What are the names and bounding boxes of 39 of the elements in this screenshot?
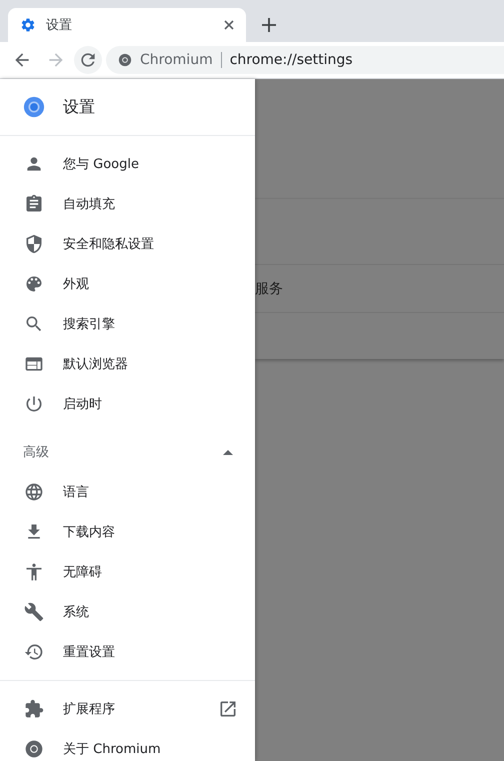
reload-button[interactable]	[74, 46, 102, 74]
gear-icon	[20, 17, 36, 33]
menu-item[interactable]: 无障碍	[0, 552, 255, 592]
clipboard-icon	[24, 194, 44, 214]
menu-item[interactable]: 默认浏览器	[0, 344, 255, 384]
palette-icon	[24, 274, 44, 294]
drawer-title: 设置	[63, 96, 95, 118]
wrench-icon	[24, 602, 44, 622]
menu-item[interactable]: 下载内容	[0, 512, 255, 552]
menu-item[interactable]: 您与 Google	[0, 144, 255, 184]
close-icon[interactable]	[224, 20, 234, 30]
section-header[interactable]: 高级	[0, 432, 255, 472]
site-name: Chromium	[140, 52, 213, 68]
menu-item[interactable]: 自动填充	[0, 184, 255, 224]
address-bar[interactable]: Chromium chrome://settings	[106, 46, 504, 74]
puzzle-icon	[24, 699, 44, 719]
menu-item[interactable]: 语言	[0, 472, 255, 512]
menu-item[interactable]: 关于 Chromium	[0, 729, 255, 761]
shield-icon	[24, 234, 44, 254]
browser-logo-icon	[118, 53, 132, 67]
row-text: 服务	[255, 280, 283, 298]
browser-tab[interactable]: 设置	[8, 8, 246, 42]
search-icon	[24, 314, 44, 334]
url-text: chrome://settings	[230, 52, 353, 68]
globe-icon	[24, 482, 44, 502]
menu-item[interactable]: 重置设置	[0, 632, 255, 672]
menu-item[interactable]: 扩展程序	[0, 689, 255, 729]
power-icon	[24, 394, 44, 414]
browser-logo-icon	[23, 96, 45, 118]
section-title: 高级	[23, 444, 49, 461]
history-icon	[24, 642, 44, 662]
menu-item[interactable]: 系统	[0, 592, 255, 632]
menu-item[interactable]: 搜索引擎	[0, 304, 255, 344]
plus-icon[interactable]	[262, 18, 276, 32]
menu-item[interactable]: 安全和隐私设置	[0, 224, 255, 264]
menu-item[interactable]: 启动时	[0, 384, 255, 424]
menu-item[interactable]: 外观	[0, 264, 255, 304]
tab-title: 设置	[46, 17, 73, 34]
person-figure-icon	[24, 562, 44, 582]
